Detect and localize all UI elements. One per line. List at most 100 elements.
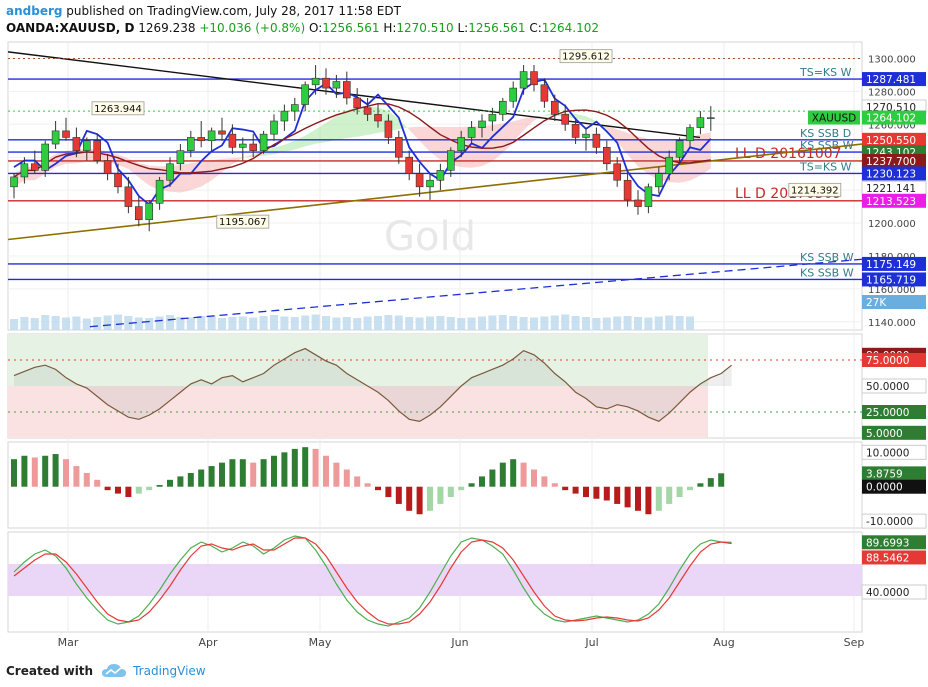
- volume-bar: [311, 314, 320, 330]
- candle-body: [187, 137, 195, 151]
- histogram-bar: [354, 476, 361, 487]
- volume-bar: [166, 315, 174, 330]
- price-axis-badge-text: 1264.102: [866, 113, 916, 125]
- footer: Created with TradingView: [6, 660, 206, 682]
- tradingview-brand[interactable]: TradingView: [101, 663, 206, 679]
- volume-bar: [498, 315, 507, 330]
- candle-body: [654, 173, 663, 188]
- candle-body: [509, 87, 518, 102]
- histogram-bar: [281, 452, 288, 487]
- volume-bar: [457, 318, 466, 330]
- histogram-bar: [208, 466, 215, 487]
- histogram-bar: [395, 486, 402, 504]
- candle-body: [457, 137, 466, 151]
- volume-bar: [30, 318, 39, 330]
- volume-bar: [363, 316, 372, 330]
- price-y-tick: 1140.000: [868, 318, 916, 329]
- symbol-tag-text: XAUUSD: [812, 113, 857, 125]
- histogram-bar: [562, 486, 569, 491]
- histogram-bar: [468, 483, 475, 487]
- volume-bar: [238, 316, 247, 330]
- candle-body: [405, 156, 414, 174]
- histogram-bar: [447, 486, 454, 498]
- volume-bar: [134, 317, 143, 330]
- histogram-bar: [635, 486, 641, 511]
- stoch-band: [8, 564, 862, 596]
- volume-bar: [415, 317, 424, 330]
- candle-body: [415, 173, 424, 188]
- level-label: TS=KS W: [799, 160, 852, 173]
- candle-body: [176, 150, 185, 165]
- volume-bar: [20, 317, 29, 330]
- volume-bar: [623, 316, 632, 330]
- candle-body: [62, 130, 70, 138]
- volume-bar: [41, 315, 50, 330]
- histogram-bar: [593, 486, 600, 499]
- candle-body: [696, 117, 705, 128]
- histogram-bar: [302, 447, 309, 487]
- volume-bar: [228, 317, 237, 330]
- histogram-bar: [479, 476, 485, 487]
- candle-body: [426, 179, 434, 188]
- volume-bar: [675, 316, 684, 330]
- histogram-bar: [156, 485, 163, 487]
- volume-bar: [540, 316, 549, 330]
- volume-bar: [114, 314, 122, 330]
- candle-body: [592, 133, 601, 148]
- candle-body: [322, 77, 330, 89]
- volume-bar: [686, 316, 694, 330]
- histogram-bar: [655, 486, 662, 511]
- x-tick-label: Sep: [844, 636, 865, 649]
- candle-body: [270, 120, 278, 135]
- panel-frame-3: [7, 441, 863, 529]
- histogram-bar: [333, 462, 340, 487]
- price-callout-text: 1214.392: [791, 185, 839, 196]
- histogram-bar: [250, 462, 257, 487]
- candle-body: [561, 114, 570, 125]
- histogram-bar: [42, 455, 49, 487]
- candle-body: [20, 163, 29, 178]
- candle-body: [135, 206, 143, 221]
- candle-body: [72, 137, 81, 151]
- candle-body: [197, 137, 205, 142]
- histogram-bar: [697, 483, 704, 487]
- volume-bar: [249, 317, 258, 330]
- price-axis-badge-text: 1221.141: [866, 183, 916, 195]
- histogram-bar: [52, 454, 59, 487]
- volume-bar: [259, 316, 268, 330]
- histogram-bar: [707, 478, 714, 487]
- price-y-tick: 1200.000: [868, 219, 916, 230]
- histogram-bar: [572, 486, 579, 494]
- volume-bar: [51, 316, 60, 330]
- histogram-bar: [63, 459, 69, 487]
- histogram-bar: [167, 479, 173, 487]
- candle-body: [228, 133, 237, 148]
- candle-body: [124, 186, 133, 207]
- histogram-bar: [125, 486, 132, 498]
- histogram-bar: [531, 469, 537, 487]
- osc-axis-badge-text: 25.0000: [866, 407, 909, 419]
- osc-axis-badge-text: 5.0000: [866, 428, 903, 440]
- histogram-bar: [343, 469, 350, 487]
- histogram-bar: [239, 459, 246, 487]
- level-label: TS=KS W: [799, 66, 852, 79]
- candle-body: [363, 107, 372, 115]
- histogram-bar: [94, 479, 101, 487]
- volume-bar: [592, 318, 601, 330]
- volume-bar: [270, 315, 278, 330]
- candle-body: [311, 77, 320, 86]
- candle-body: [706, 117, 715, 120]
- volume-bar: [665, 315, 674, 330]
- candle-body: [571, 123, 580, 138]
- candle-body: [634, 199, 642, 207]
- volume-bar: [384, 315, 393, 330]
- volume-bar: [72, 316, 81, 330]
- chart-canvas[interactable]: Mar Apr May Jun Jul Aug Sep 1300.000 1280.000 126…: [0, 0, 928, 660]
- candle-body: [93, 140, 101, 161]
- candle-body: [675, 140, 684, 158]
- tradingview-cloud-icon: [102, 664, 127, 677]
- level-label: KS SSB W: [800, 266, 854, 279]
- candle-body: [478, 120, 486, 128]
- volume-bar: [155, 316, 164, 330]
- candle-body: [374, 114, 382, 122]
